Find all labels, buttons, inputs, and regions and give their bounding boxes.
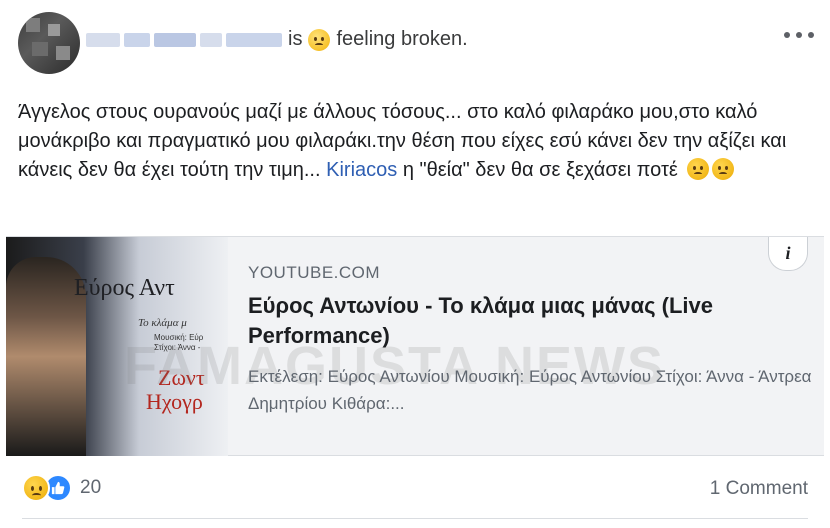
link-meta: YOUTUBE.COM Εύρος Αντωνίου - Το κλάμα μι… bbox=[248, 263, 818, 417]
thumbnail-subtitle: Το κλάμα μ bbox=[138, 317, 187, 329]
thumbnail-recording-label: Ηχογρ bbox=[146, 389, 203, 414]
link-domain: YOUTUBE.COM bbox=[248, 263, 381, 282]
thumbnail-title: Εύρος Αντ bbox=[74, 275, 175, 301]
link-title[interactable]: Εύρος Αντωνίου - Το κλάμα μιας μάνας (Li… bbox=[248, 291, 818, 351]
info-icon[interactable]: i bbox=[768, 237, 808, 271]
thumbnail-credit-music: Μουσική: Εύρ bbox=[154, 333, 204, 342]
status-verb: is bbox=[288, 28, 303, 50]
video-thumbnail[interactable]: Εύρος Αντ Το κλάμα μ Μουσική: Εύρ Στίχοι… bbox=[6, 237, 228, 456]
mention-link[interactable]: Kiriacos bbox=[326, 159, 397, 181]
sad-reaction-icon bbox=[22, 474, 50, 502]
feeling-text: feeling broken. bbox=[336, 28, 468, 50]
sad-face-icon bbox=[687, 158, 710, 180]
thumbnail-credit-lyrics: Στίχοι: Άννα - bbox=[154, 343, 201, 352]
avatar[interactable] bbox=[18, 12, 80, 74]
divider bbox=[22, 518, 808, 519]
post-body: Άγγελος στους ουρανούς μαζί με άλλους τό… bbox=[18, 98, 808, 185]
link-preview-card[interactable]: Εύρος Αντ Το κλάμα μ Μουσική: Εύρ Στίχοι… bbox=[6, 236, 824, 456]
reaction-count[interactable]: 20 bbox=[80, 477, 101, 499]
blurred-author-name[interactable] bbox=[86, 22, 284, 58]
sad-face-icon bbox=[712, 158, 735, 180]
post-text-after-mention: η "θεία" δεν θα σε ξεχάσει ποτέ bbox=[402, 159, 678, 181]
pensive-face-icon bbox=[308, 28, 331, 51]
comments-count[interactable]: 1 Comment bbox=[710, 478, 808, 500]
more-options-icon[interactable] bbox=[784, 28, 814, 42]
link-description: Εκτέλεση: Εύρος Αντωνίου Μουσική: Εύρος … bbox=[248, 367, 812, 413]
feeling-status: is feeling broken. bbox=[288, 28, 468, 51]
thumbnail-live-label: Ζωντ bbox=[158, 365, 205, 390]
facebook-post: is feeling broken. Άγγελος στους ουρανού… bbox=[0, 0, 830, 528]
reactions-summary[interactable]: 20 bbox=[22, 474, 101, 502]
